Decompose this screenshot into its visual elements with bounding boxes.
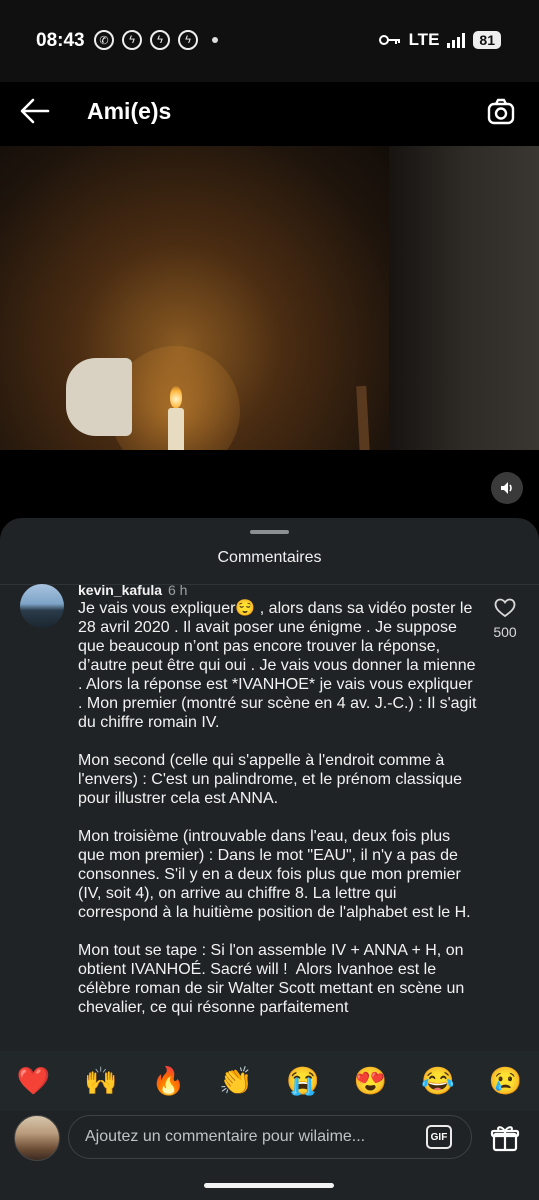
video-player[interactable] (0, 146, 539, 450)
speaker-icon (501, 482, 512, 494)
comment-author[interactable]: kevin_kafula (78, 582, 162, 598)
emoji-laughing[interactable]: 😂 (418, 1065, 458, 1097)
sound-toggle-button[interactable] (491, 472, 523, 504)
notification-icons: ✆ ϟ ϟ ϟ (94, 30, 218, 50)
gift-icon[interactable] (490, 1123, 520, 1153)
comment-paragraph: Mon troisième (introuvable dans l'eau, d… (78, 828, 471, 921)
vpn-key-icon (378, 35, 400, 45)
user-avatar (14, 1115, 60, 1161)
emoji-fire[interactable]: 🔥 (148, 1065, 188, 1097)
gif-button[interactable]: GIF (426, 1125, 452, 1149)
messenger-icon: ϟ (178, 30, 198, 50)
emoji-crying[interactable]: 😭 (283, 1065, 323, 1097)
heart-icon[interactable] (494, 598, 516, 618)
battery-level: 81 (473, 31, 501, 49)
media-footer (0, 450, 539, 520)
messenger-icon: ϟ (122, 30, 142, 50)
system-indicators: LTE 81 (378, 30, 501, 50)
back-arrow-icon[interactable] (18, 94, 52, 128)
comment-paragraph: Mon tout se tape : Si l'on assemble IV +… (78, 942, 469, 1016)
camera-icon[interactable] (485, 96, 517, 128)
comment-paragraph: Je vais vous expliquer😌 , alors dans sa … (78, 600, 477, 731)
like-count: 500 (493, 624, 517, 640)
status-time: 08:43 (36, 30, 85, 51)
emoji-reaction-bar: ❤️ 🙌 🔥 👏 😭 😍 😂 😢 (0, 1051, 539, 1111)
sheet-drag-handle[interactable] (250, 530, 289, 534)
more-notifications-icon (212, 37, 218, 43)
whatsapp-icon: ✆ (94, 30, 114, 50)
page-title: Ami(e)s (87, 98, 172, 124)
signal-icon (447, 32, 466, 48)
candle (168, 408, 184, 450)
header: Ami(e)s (0, 82, 539, 146)
status-bar: 08:43 ✆ ϟ ϟ ϟ LTE 81 (0, 0, 539, 82)
home-indicator[interactable] (204, 1183, 334, 1188)
messenger-icon: ϟ (150, 30, 170, 50)
network-type: LTE (408, 30, 440, 49)
emoji-heart[interactable]: ❤️ (14, 1065, 54, 1097)
comment-paragraph: Mon second (celle qui s'appelle à l'endr… (78, 752, 467, 807)
video-wall-area (389, 146, 539, 450)
commenter-avatar[interactable] (20, 584, 64, 628)
comment-time: 6 h (168, 582, 188, 598)
comment-input[interactable] (68, 1115, 472, 1159)
emoji-sad[interactable]: 😢 (485, 1065, 525, 1097)
emoji-heart-eyes[interactable]: 😍 (351, 1065, 391, 1097)
comments-title: Commentaires (217, 549, 322, 566)
candle-flame (170, 386, 182, 408)
emoji-raised-hands[interactable]: 🙌 (81, 1065, 121, 1097)
emoji-clap[interactable]: 👏 (216, 1065, 256, 1097)
scroll-object (66, 358, 132, 436)
comment-body: Je vais vous expliquer😌 , alors dans sa … (78, 599, 478, 1051)
